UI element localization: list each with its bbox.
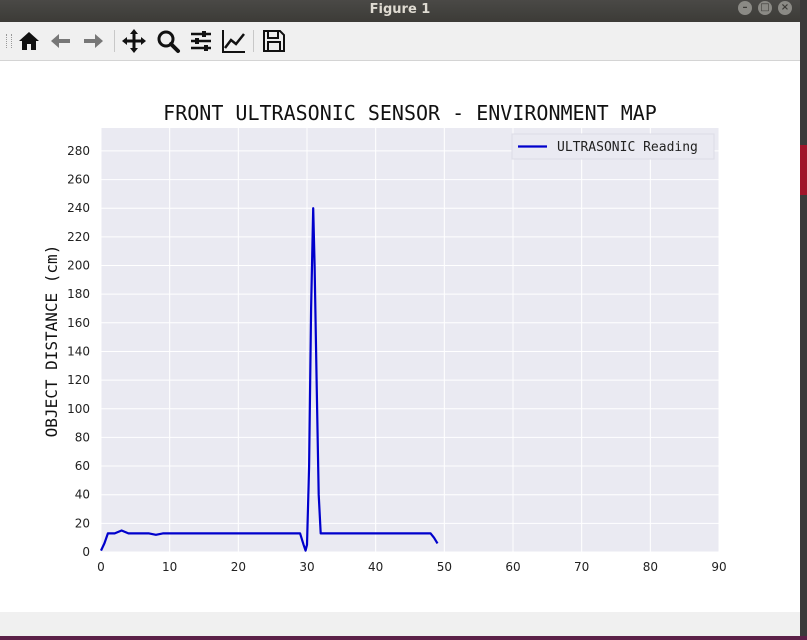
- y-tick-label: 220: [67, 230, 90, 244]
- forward-arrow-icon: [84, 34, 103, 48]
- y-axis-ticks: 0 20 40 60 80 100 120 140 160 180 200 220 240 260 280: [67, 144, 90, 559]
- y-tick-label: 160: [67, 316, 90, 330]
- y-tick-label: 280: [67, 144, 90, 158]
- y-tick-label: 20: [75, 516, 90, 530]
- y-tick-label: 120: [67, 373, 90, 387]
- pan-move-icon: [122, 29, 146, 53]
- plot-area: [101, 128, 719, 552]
- save-floppy-icon: [263, 30, 285, 52]
- x-tick-label: 60: [505, 560, 520, 574]
- zoom-magnifier-icon: [157, 30, 180, 53]
- back-arrow-icon: [51, 34, 70, 48]
- y-tick-label: 240: [67, 201, 90, 215]
- x-tick-label: 90: [711, 560, 726, 574]
- desktop-edge: [800, 0, 807, 640]
- status-bar: [0, 612, 800, 636]
- maximize-icon[interactable]: □: [758, 1, 772, 15]
- edit-axis-button[interactable]: [221, 28, 247, 54]
- back-button[interactable]: [48, 28, 74, 54]
- save-button[interactable]: [261, 28, 287, 54]
- configure-subplots-button[interactable]: [188, 28, 214, 54]
- y-axis-label: OBJECT DISTANCE (cm): [42, 245, 61, 438]
- chart: 0 10 20 30 40 50 60 70 80 90 0 20 40 60 80 100 120 140 16…: [42, 101, 727, 574]
- y-tick-label: 140: [67, 344, 90, 358]
- desktop-taskbar-edge: [0, 636, 807, 640]
- y-tick-label: 0: [82, 545, 90, 559]
- pan-button[interactable]: [121, 28, 147, 54]
- y-tick-label: 200: [67, 259, 90, 273]
- title-bar: Figure 1 – □ ×: [0, 0, 800, 22]
- edit-axis-icon: [222, 30, 245, 53]
- x-tick-label: 40: [368, 560, 383, 574]
- x-tick-label: 10: [162, 560, 177, 574]
- y-tick-label: 260: [67, 173, 90, 187]
- x-tick-label: 30: [299, 560, 314, 574]
- y-tick-label: 40: [75, 488, 90, 502]
- navigation-toolbar: [0, 22, 800, 61]
- zoom-button[interactable]: [155, 28, 181, 54]
- x-tick-label: 70: [574, 560, 589, 574]
- home-button[interactable]: [16, 28, 42, 54]
- x-tick-label: 0: [97, 560, 105, 574]
- legend-entry-label: ULTRASONIC Reading: [557, 140, 698, 155]
- y-tick-label: 100: [67, 402, 90, 416]
- legend: ULTRASONIC Reading: [511, 133, 715, 160]
- close-icon[interactable]: ×: [778, 1, 792, 15]
- toolbar-separator: [114, 30, 115, 52]
- y-tick-label: 60: [75, 459, 90, 473]
- x-tick-label: 80: [643, 560, 658, 574]
- x-axis-ticks: 0 10 20 30 40 50 60 70 80 90: [97, 560, 726, 574]
- figure-window: Figure 1 – □ × 0 10 20 30 40 50 60 70 80…: [0, 0, 800, 636]
- x-tick-label: 20: [231, 560, 246, 574]
- y-tick-label: 180: [67, 287, 90, 301]
- home-icon: [19, 32, 39, 50]
- window-title: Figure 1: [369, 2, 431, 17]
- chart-title: FRONT ULTRASONIC SENSOR - ENVIRONMENT MA…: [163, 101, 657, 125]
- toolbar-separator: [253, 30, 254, 52]
- forward-button[interactable]: [80, 28, 106, 54]
- configure-subplots-icon: [191, 31, 211, 51]
- x-tick-label: 50: [437, 560, 452, 574]
- y-tick-label: 80: [75, 430, 90, 444]
- minimize-icon[interactable]: –: [738, 1, 752, 15]
- figure-canvas[interactable]: 0 10 20 30 40 50 60 70 80 90 0 20 40 60 80 100 120 140 16…: [0, 61, 800, 612]
- toolbar-grip[interactable]: [6, 34, 12, 48]
